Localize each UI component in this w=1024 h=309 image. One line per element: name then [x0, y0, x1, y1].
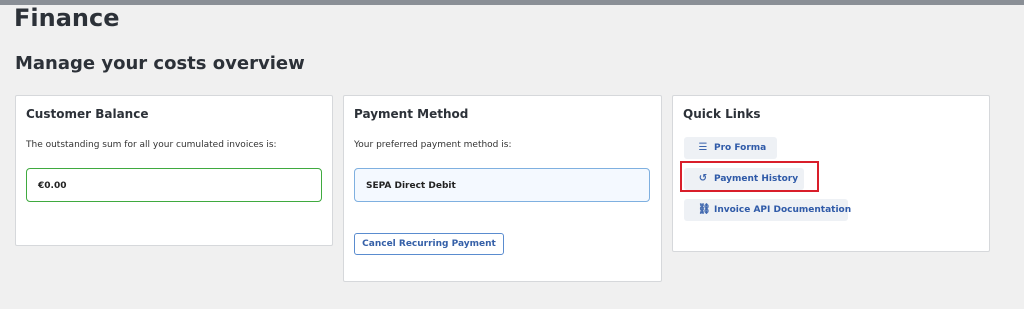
page-title: Finance — [14, 4, 120, 32]
invoice-api-documentation-link[interactable]: ⛓ Invoice API Documentation — [684, 199, 852, 221]
pro-forma-label: Pro Forma — [714, 143, 767, 153]
payment-method-title: Payment Method — [354, 107, 469, 121]
top-bar — [0, 0, 1024, 5]
page-subtitle: Manage your costs overview — [15, 53, 305, 74]
payment-history-highlight — [680, 161, 819, 192]
link-icon: ⛓ — [698, 204, 711, 215]
cancel-recurring-payment-button[interactable]: Cancel Recurring Payment — [354, 233, 504, 255]
quick-links-title: Quick Links — [683, 107, 761, 121]
payment-method-value: SEPA Direct Debit — [354, 168, 650, 202]
customer-balance-card: Customer Balance The outstanding sum for… — [15, 95, 333, 246]
customer-balance-amount: €0.00 — [26, 168, 322, 202]
customer-balance-title: Customer Balance — [26, 107, 149, 121]
payment-method-card: Payment Method Your preferred payment me… — [343, 95, 662, 282]
invoice-api-documentation-label: Invoice API Documentation — [714, 205, 852, 215]
pro-forma-link[interactable]: ☰ Pro Forma — [684, 137, 777, 159]
customer-balance-description: The outstanding sum for all your cumulat… — [26, 140, 277, 150]
list-icon: ☰ — [698, 142, 708, 153]
payment-method-description: Your preferred payment method is: — [354, 140, 512, 150]
